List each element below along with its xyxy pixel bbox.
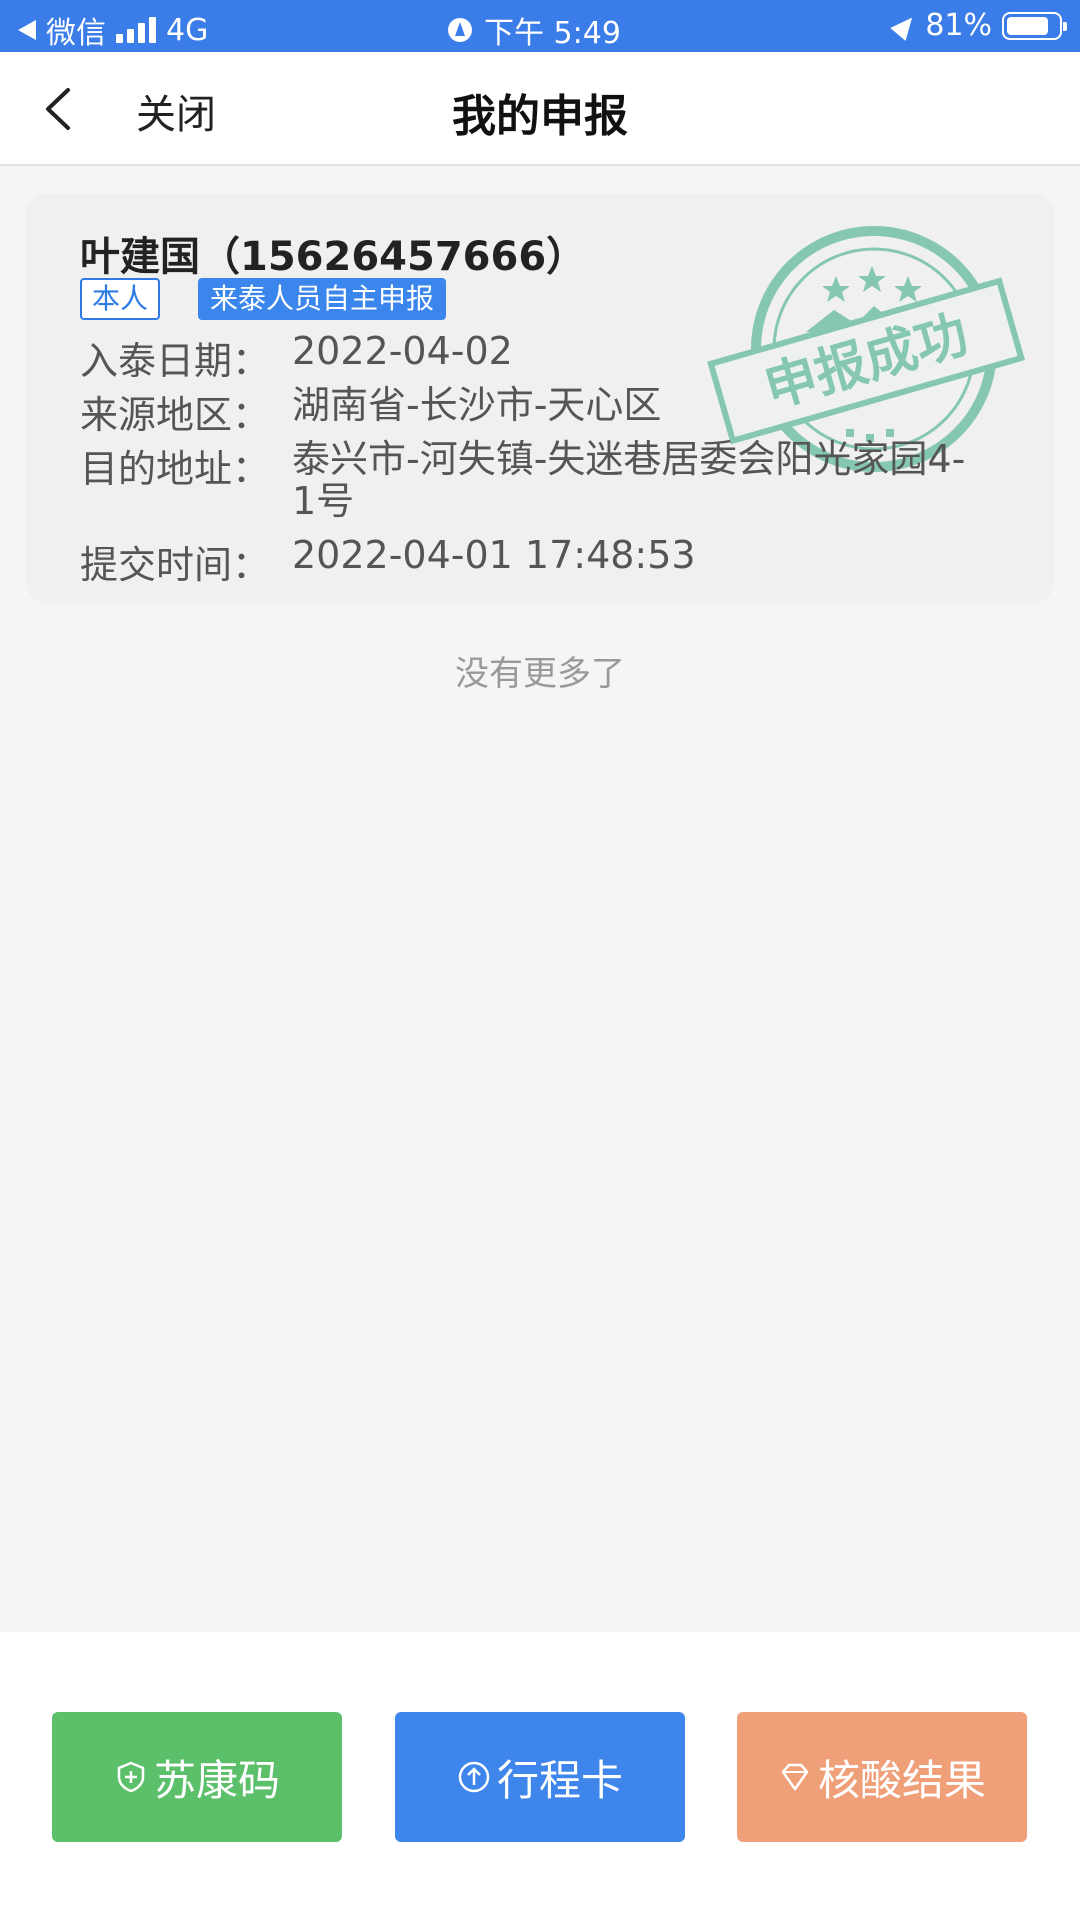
nucleic-acid-result-label: 核酸结果 xyxy=(817,1755,986,1805)
battery-icon xyxy=(1002,11,1067,40)
tag-self: 本人 xyxy=(80,278,161,320)
circle-arrow-up-icon xyxy=(458,1761,490,1793)
status-center: 下午 5:49 xyxy=(448,8,621,52)
info-value: 泰兴市-河失镇-失迷巷居委会阳光家园4-1号 xyxy=(292,437,966,523)
info-label: 目的地址： xyxy=(80,447,271,491)
list-end-text: 没有更多了 xyxy=(455,654,625,694)
bottom-action-bar: 苏康码 行程卡 核酸结果 xyxy=(0,1632,1080,1920)
applicant-name-phone: 叶建国（15626457666） xyxy=(80,234,587,280)
network-label: 4G xyxy=(166,12,209,48)
back-to-app-icon[interactable] xyxy=(18,20,36,40)
battery-percent: 81% xyxy=(925,8,992,43)
itinerary-card-button[interactable]: 行程卡 xyxy=(395,1712,685,1842)
battery-fill xyxy=(1007,16,1048,35)
nav-bar: 关闭 我的申报 xyxy=(0,52,1080,166)
info-value: 湖南省-长沙市-天心区 xyxy=(292,383,662,427)
nucleic-acid-result-button[interactable]: 核酸结果 xyxy=(737,1712,1027,1842)
tag-declaration-type: 来泰人员自主申报 xyxy=(198,278,447,320)
diamond-icon xyxy=(781,1763,809,1791)
info-value: 2022-04-01 17:48:53 xyxy=(292,533,696,577)
info-value: 2022-04-02 xyxy=(292,329,513,373)
back-app-label[interactable]: 微信 xyxy=(46,8,106,52)
sukang-code-button[interactable]: 苏康码 xyxy=(52,1712,342,1842)
sukang-code-label: 苏康码 xyxy=(153,1755,280,1805)
info-row-source-region: 来源地区： 湖南省-长沙市-天心区 xyxy=(80,384,982,439)
declaration-card[interactable]: 申报成功 叶建国（15626457666） 本人 来泰人员自主申报 入泰日期： … xyxy=(26,194,1054,604)
info-row-destination: 目的地址： 泰兴市-河失镇-失迷巷居委会阳光家园4-1号 xyxy=(80,438,982,522)
tag-group: 本人 来泰人员自主申报 xyxy=(80,278,447,320)
shield-plus-icon xyxy=(117,1761,145,1793)
info-label: 来源地区： xyxy=(80,393,271,437)
signal-icon xyxy=(116,17,156,43)
status-right: 81% xyxy=(890,8,1067,43)
status-left: 微信 4G xyxy=(18,8,208,52)
navigation-icon xyxy=(448,18,472,42)
info-label: 提交时间： xyxy=(80,543,271,587)
info-row-submit-time: 提交时间： 2022-04-01 17:48:53 xyxy=(80,534,982,589)
itinerary-card-label: 行程卡 xyxy=(496,1755,623,1805)
status-bar: 微信 4G 下午 5:49 81% xyxy=(0,0,1080,52)
info-row-entry-date: 入泰日期： 2022-04-02 xyxy=(80,330,982,385)
info-label: 入泰日期： xyxy=(80,339,271,383)
page-title: 我的申报 xyxy=(452,91,628,142)
location-arrow-icon xyxy=(890,10,921,41)
clock: 下午 5:49 xyxy=(484,16,621,51)
